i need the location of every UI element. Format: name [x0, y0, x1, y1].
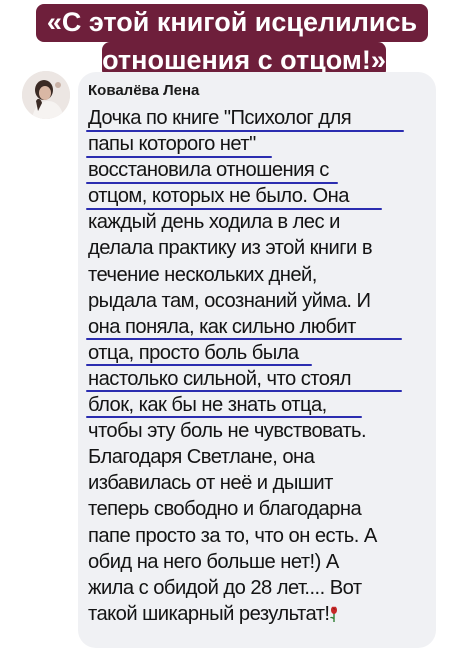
comment-line: жила с обидой до 28 лет.... Вот — [88, 576, 362, 599]
highlight-underline — [86, 130, 404, 132]
comment-line: каждый день ходила в лес и — [88, 211, 340, 234]
comment-line: папы которого нет" — [88, 133, 256, 156]
headline-banner: «С этой книгой исцелились отношения с от… — [0, 0, 460, 80]
comment-line: избавилась от неё и дышит — [88, 472, 333, 495]
comment-line: обид на него больше нет!) А — [88, 550, 339, 573]
comment-line: восстановила отношения с — [88, 159, 329, 182]
comment-line: настолько сильной, что стоял — [88, 367, 352, 390]
comment-line: отцом, которых не было. Она — [88, 185, 350, 208]
comment-line: Дочка по книге "Психолог для — [88, 107, 352, 129]
highlight-underline — [86, 208, 382, 210]
rose-icon — [330, 606, 338, 622]
highlight-underline — [86, 182, 338, 184]
comment-line: папе просто за то, что он есть. А — [88, 524, 377, 547]
comment-line: такой шикарный результат! — [88, 601, 428, 627]
comment-line: течение нескольких дней, — [88, 263, 317, 286]
comment-line: она поняла, как сильно любит — [88, 315, 356, 338]
comment-line: делала практику из этой книги в — [88, 237, 373, 260]
headline-line-1: «С этой книгой исцелились — [36, 4, 428, 42]
comment-line: блок, как бы не знать отца, — [88, 394, 327, 417]
comment-author[interactable]: Ковалёва Лена — [88, 82, 199, 99]
highlight-underline — [86, 390, 402, 392]
comment-line-text: такой шикарный результат! — [88, 602, 330, 625]
comment-line: теперь свободно и благодарна — [88, 498, 362, 521]
comment-line: чтобы эту боль не чувствовать. — [88, 420, 367, 443]
comment-line: отца, просто боль была — [88, 341, 299, 364]
profile-photo-icon — [22, 71, 70, 119]
highlight-underline — [86, 364, 312, 366]
avatar[interactable] — [22, 71, 70, 119]
comment-line: Благодаря Светлане, она — [88, 446, 315, 469]
highlight-underline — [86, 416, 362, 418]
comment-line: рыдала там, осознаний уйма. И — [88, 289, 371, 312]
highlight-underline — [86, 338, 402, 340]
highlight-underline — [86, 156, 272, 158]
